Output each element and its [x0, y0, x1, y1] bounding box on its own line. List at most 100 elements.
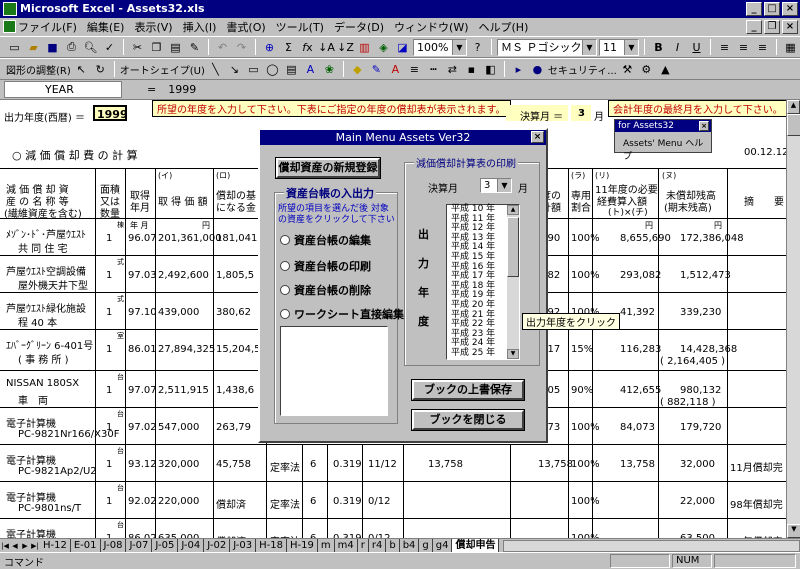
sheet-tab[interactable]: J-03	[230, 539, 257, 552]
print-icon[interactable]: ⎙	[63, 39, 80, 56]
row-name-2[interactable]: 共 同 住 宅	[18, 240, 68, 255]
sheet-tab[interactable]: J-07	[126, 539, 153, 552]
row-unit[interactable]: 台	[117, 409, 124, 419]
fill-color-icon[interactable]: ◆	[349, 61, 366, 78]
save-icon[interactable]: ■	[44, 39, 61, 56]
cut-icon[interactable]: ✂	[129, 39, 146, 56]
scroll-down-icon[interactable]: ▼	[787, 524, 800, 538]
close-button[interactable]: ×	[782, 2, 798, 16]
palette-close-button[interactable]: ×	[699, 121, 709, 131]
row-base[interactable]: 15,204,5	[216, 344, 261, 355]
row-name[interactable]: 芦屋ｳｴｽﾄ緑化施設	[6, 300, 86, 315]
sheet-tab[interactable]: E-01	[70, 539, 101, 552]
arrow-style-icon[interactable]: ⇄	[444, 61, 461, 78]
row-rem[interactable]: 22,000	[680, 496, 715, 507]
row-acc[interactable]: 13,758	[538, 459, 573, 470]
row-ratio[interactable]: 100%	[571, 233, 600, 244]
row-rate[interactable]: 0.319	[333, 459, 362, 470]
tab-last-icon[interactable]: ▶|	[30, 542, 40, 550]
line-icon[interactable]: ╲	[207, 61, 224, 78]
undo-icon[interactable]: ↶	[214, 39, 231, 56]
row-cost[interactable]: 2,492,600	[158, 270, 209, 281]
row-months[interactable]: 0/12	[368, 496, 390, 507]
row-exp[interactable]: 116,283	[620, 344, 661, 355]
row-unit[interactable]: 台	[117, 372, 124, 382]
row-date[interactable]: 93.12	[128, 459, 157, 470]
palette-menu-help[interactable]: Assets' Menu ヘルプ	[615, 132, 711, 162]
row-cost[interactable]: 439,000	[158, 307, 199, 318]
sort-desc-icon[interactable]: ↓Z	[337, 39, 354, 56]
format-painter-icon[interactable]: ✎	[186, 39, 203, 56]
year-listbox[interactable]: 平成 10 年平成 11 年平成 12 年平成 13 年平成 14 年平成 15…	[446, 204, 520, 360]
security-button[interactable]: セキュリティ...	[548, 62, 617, 77]
radio-edit[interactable]	[280, 235, 290, 245]
row-name[interactable]: ﾒｿﾞﾝ･ﾄﾞ･芦屋ｳｴｽﾄ	[6, 226, 86, 241]
row-date[interactable]: 97.03	[128, 270, 157, 281]
row-exp[interactable]: 293,082	[620, 270, 661, 281]
rotate-icon[interactable]: ↻	[92, 61, 109, 78]
tab-prev-icon[interactable]: ◀	[10, 542, 20, 550]
spelling-icon[interactable]: ✓	[101, 39, 118, 56]
macro-play-icon[interactable]: ▸	[510, 61, 527, 78]
row-rem[interactable]: 14,428,368	[680, 344, 737, 355]
row-qty[interactable]: 1	[106, 459, 112, 470]
sheet-tab[interactable]: H-18	[256, 539, 287, 552]
row-qty[interactable]: 1	[106, 496, 112, 507]
macro-record-icon[interactable]: ●	[529, 61, 546, 78]
row-life[interactable]: 6	[310, 496, 316, 507]
row-qty[interactable]: 1	[106, 385, 112, 396]
row-months[interactable]: 11/12	[368, 459, 397, 470]
sheet-tab[interactable]: b4	[399, 539, 420, 552]
italic-icon[interactable]: I	[669, 39, 686, 56]
arrow-icon[interactable]: ↘	[226, 61, 243, 78]
row-base[interactable]: 1,805,5	[216, 270, 254, 281]
align-left-icon[interactable]: ≡	[716, 39, 733, 56]
sheet-tab[interactable]: m	[317, 539, 335, 552]
menu-view[interactable]: 表示(V)	[134, 19, 172, 35]
borders-icon[interactable]: ▦	[782, 39, 799, 56]
row-name[interactable]: 電子計算機	[6, 415, 56, 430]
sheet-tab[interactable]: g	[419, 539, 433, 552]
textbox-icon[interactable]: ▤	[283, 61, 300, 78]
font-select[interactable]: ＭＳ Ｐゴシック ▼	[497, 38, 597, 56]
formula-equals[interactable]: =	[147, 83, 156, 96]
row-name-2[interactable]: PC-9821Ap2/U2	[18, 466, 97, 477]
row-name[interactable]: 芦屋ｳｴｽﾄ空調設備	[6, 263, 86, 278]
sort-asc-icon[interactable]: ↓A	[318, 39, 335, 56]
sheet-tab[interactable]: r	[357, 539, 369, 552]
row-cost[interactable]: 320,000	[158, 459, 199, 470]
row-exp[interactable]: 412,655	[620, 385, 661, 396]
sheet-tab[interactable]: H-12	[40, 539, 71, 552]
vertical-scrollbar[interactable]: ▲ ▼	[786, 100, 800, 538]
close-book-button[interactable]: ブックを閉じる	[411, 409, 525, 431]
copy-icon[interactable]: ❐	[148, 39, 165, 56]
row-name[interactable]: ｴﾊﾞｰｸﾞﾘｰﾝ 6-401号	[6, 337, 93, 352]
asset-listbox[interactable]	[280, 326, 388, 416]
doc-close-button[interactable]: ×	[782, 20, 798, 34]
tab-first-icon[interactable]: |◀	[0, 542, 10, 550]
function-icon[interactable]: fx	[299, 39, 316, 56]
option-print[interactable]: 資産台帳の印刷	[280, 258, 371, 274]
sheet-tab[interactable]: J-02	[204, 539, 231, 552]
tab-next-icon[interactable]: ▶	[20, 542, 30, 550]
row-rem[interactable]: 980,132	[680, 385, 721, 396]
dialog-close-button[interactable]: ×	[531, 131, 544, 143]
menu-format[interactable]: 書式(O)	[226, 19, 265, 35]
row-date[interactable]: 97.10	[128, 307, 157, 318]
row-cost[interactable]: 220,000	[158, 496, 199, 507]
sheet-tab[interactable]: g4	[432, 539, 453, 552]
row-ratio[interactable]: 90%	[571, 385, 593, 396]
row-base[interactable]: 償却済	[216, 496, 246, 511]
horizontal-scrollbar[interactable]	[503, 539, 800, 552]
sheet-tab[interactable]: 償却申告	[452, 539, 500, 552]
row-method[interactable]: 定率法	[270, 459, 300, 474]
row-ratio[interactable]: 100%	[571, 459, 600, 470]
zoom-select[interactable]: 100% ▼	[413, 38, 467, 56]
row-unit[interactable]: 棟	[117, 220, 124, 230]
row-cost[interactable]: 27,894,325	[158, 344, 215, 355]
sheet-tab[interactable]: J-04	[178, 539, 205, 552]
line-color-icon[interactable]: ✎	[368, 61, 385, 78]
menu-edit[interactable]: 編集(E)	[87, 19, 125, 35]
clipart-icon[interactable]: ❀	[321, 61, 338, 78]
row-name[interactable]: NISSAN 180SX	[6, 378, 79, 389]
